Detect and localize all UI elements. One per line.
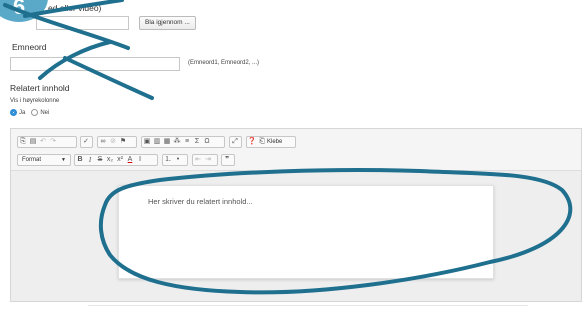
- annotation-overlay: [3, 0, 573, 295]
- cross-stroke-4: [63, 56, 154, 100]
- cross-stroke-1: [23, 0, 124, 18]
- circle-annotation: [98, 168, 573, 295]
